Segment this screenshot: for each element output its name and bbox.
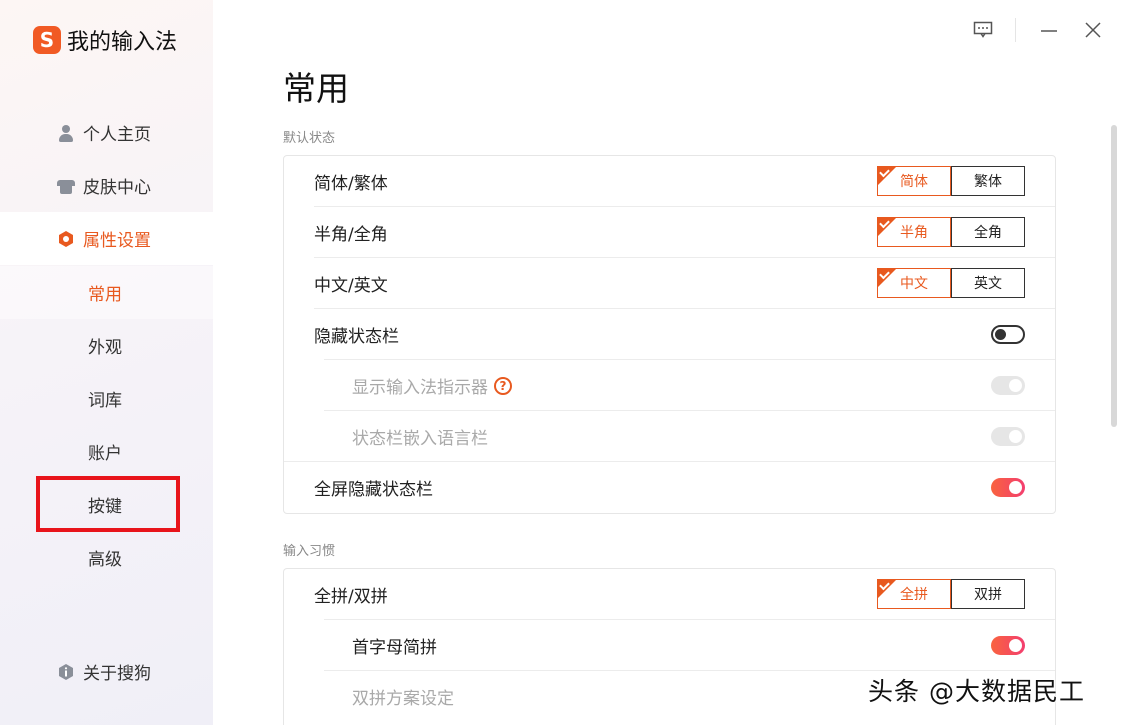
sidebar-item-profile[interactable]: 个人主页 (0, 106, 213, 159)
sidebar-subitem-account[interactable]: 账户 (0, 425, 213, 478)
settings-card-default-state: 简体/繁体 简体 繁体 半角/全角 半角 全角 中文/英文 中文 英文 隐藏状态… (283, 155, 1056, 514)
topbar-separator (1015, 18, 1016, 42)
setting-label: 全拼/双拼 (314, 587, 388, 607)
watermark: 头条 @大数据民工 (868, 677, 1085, 706)
shirt-icon (57, 177, 75, 195)
sidebar-item-settings[interactable]: 属性设置 (0, 212, 213, 265)
hexagon-settings-icon (57, 230, 75, 248)
setting-row-embed-language-bar: 状态栏嵌入语言栏 (284, 411, 1055, 462)
sidebar-subitem-advanced[interactable]: 高级 (0, 531, 213, 584)
sidebar-item-skins[interactable]: 皮肤中心 (0, 159, 213, 212)
setting-row-show-indicator: 显示输入法指示器 ? (284, 360, 1055, 411)
setting-label: 显示输入法指示器 (352, 378, 488, 398)
sogou-logo-icon: S (33, 26, 61, 54)
segmented-control: 半角 全角 (877, 217, 1025, 247)
option-chinese-button[interactable]: 中文 (877, 268, 951, 298)
option-english-button[interactable]: 英文 (951, 268, 1025, 298)
section-label-input-habits: 输入习惯 (283, 544, 336, 559)
sidebar-subitem-common[interactable]: 常用 (0, 266, 213, 319)
help-icon[interactable]: ? (494, 376, 512, 395)
segmented-control: 简体 繁体 (877, 166, 1025, 196)
highlight-annotation-box (36, 476, 180, 532)
close-button[interactable] (1081, 18, 1105, 42)
option-full-pinyin-button[interactable]: 全拼 (877, 579, 951, 609)
setting-label: 双拼方案设定 (352, 689, 454, 709)
embed-language-bar-toggle[interactable] (991, 427, 1025, 446)
sidebar-subitem-dictionary[interactable]: 词库 (0, 372, 213, 425)
app-brand: S 我的输入法 (33, 24, 177, 56)
setting-label: 全屏隐藏状态栏 (314, 480, 433, 500)
page-title: 常用 (283, 69, 349, 108)
message-icon (973, 21, 993, 38)
option-fullwidth-button[interactable]: 全角 (951, 217, 1025, 247)
setting-row-halfwidth-fullwidth: 半角/全角 半角 全角 (284, 207, 1055, 258)
main-panel: 常用 默认状态 简体/繁体 简体 繁体 半角/全角 半角 全角 中文/英文 中文… (213, 0, 1125, 725)
sidebar-item-about[interactable]: 关于搜狗 (0, 645, 213, 698)
person-icon (57, 124, 75, 142)
setting-row-chinese-english: 中文/英文 中文 英文 (284, 258, 1055, 309)
setting-label: 首字母简拼 (352, 638, 437, 658)
info-icon (57, 663, 75, 681)
segmented-control: 中文 英文 (877, 268, 1025, 298)
option-simplified-button[interactable]: 简体 (877, 166, 951, 196)
sidebar: S 我的输入法 个人主页 皮肤中心 属性设置 常用 外观 词库 账户 按键 高级… (0, 0, 213, 725)
hide-status-bar-toggle[interactable] (991, 325, 1025, 344)
sidebar-item-label: 皮肤中心 (83, 178, 151, 198)
option-traditional-button[interactable]: 繁体 (951, 166, 1025, 196)
minimize-icon (1041, 30, 1057, 32)
setting-label: 中文/英文 (314, 276, 388, 296)
sidebar-item-label: 个人主页 (83, 125, 151, 145)
app-title: 我的输入法 (67, 30, 178, 55)
initial-abbreviation-toggle[interactable] (991, 636, 1025, 655)
setting-row-simplified-traditional: 简体/繁体 简体 繁体 (284, 156, 1055, 207)
minimize-button[interactable] (1037, 18, 1061, 42)
sidebar-item-label: 属性设置 (83, 231, 151, 251)
close-icon (1085, 22, 1101, 38)
fullscreen-hide-status-bar-toggle[interactable] (991, 478, 1025, 497)
sidebar-subitem-appearance[interactable]: 外观 (0, 319, 213, 372)
segmented-control: 全拼 双拼 (877, 579, 1025, 609)
section-label-default-state: 默认状态 (283, 131, 336, 146)
feedback-button[interactable] (971, 18, 995, 42)
setting-row-initial-abbreviation: 首字母简拼 (284, 620, 1055, 671)
setting-label: 简体/繁体 (314, 174, 388, 194)
setting-label: 半角/全角 (314, 225, 388, 245)
sidebar-item-label: 关于搜狗 (83, 664, 151, 684)
option-double-pinyin-button[interactable]: 双拼 (951, 579, 1025, 609)
setting-label: 隐藏状态栏 (314, 327, 399, 347)
show-indicator-toggle[interactable] (991, 376, 1025, 395)
scrollbar[interactable] (1111, 125, 1117, 427)
setting-row-fullscreen-hide-status-bar: 全屏隐藏状态栏 (284, 462, 1055, 513)
setting-label: 状态栏嵌入语言栏 (352, 429, 488, 449)
option-halfwidth-button[interactable]: 半角 (877, 217, 951, 247)
setting-row-hide-status-bar: 隐藏状态栏 (284, 309, 1055, 360)
setting-row-full-double-pinyin: 全拼/双拼 全拼 双拼 (284, 569, 1055, 620)
